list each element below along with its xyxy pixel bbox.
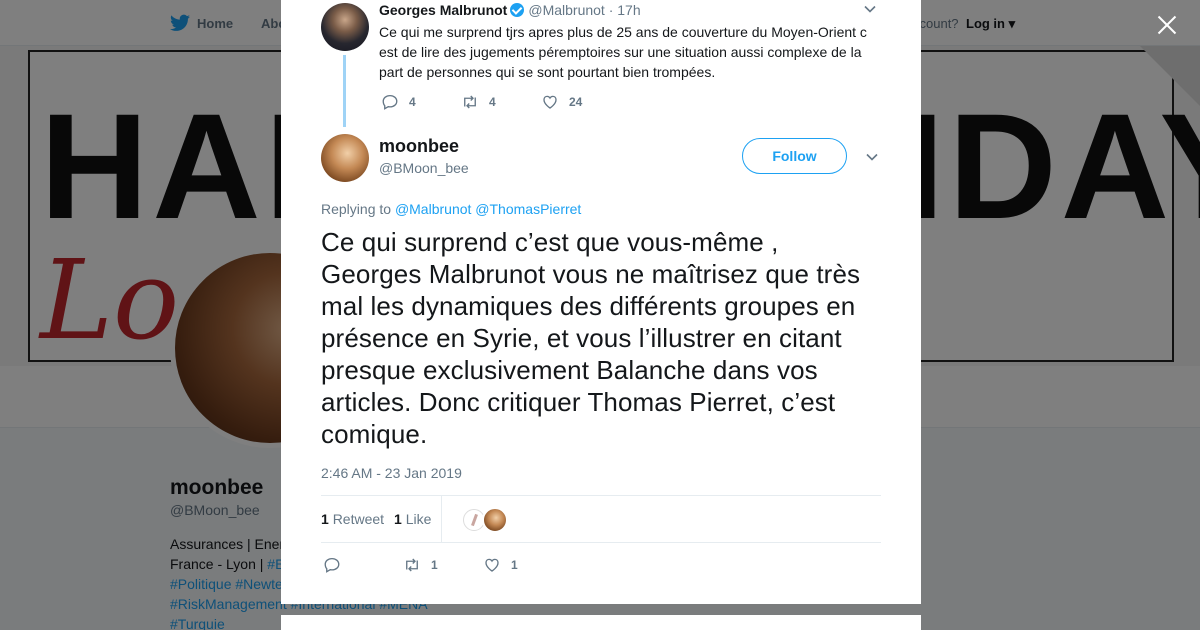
parent-like-button[interactable]: 24 (541, 92, 582, 112)
like-stat-label: Like (405, 511, 432, 527)
retweet-stat-count: 1 (321, 511, 329, 527)
retweet-count: 1 (431, 558, 438, 572)
like-stat-count: 1 (394, 511, 402, 527)
parent-reply-count: 4 (409, 95, 416, 109)
verified-icon (510, 3, 525, 17)
like-stat[interactable]: 1 Like (394, 511, 431, 527)
like-button[interactable]: 1 (483, 555, 518, 575)
retweet-icon (406, 558, 418, 572)
tweet-timestamp[interactable]: 2:46 AM - 23 Jan 2019 (321, 465, 462, 481)
parent-like-count: 24 (569, 95, 583, 109)
reply-author-name[interactable]: moonbee (379, 136, 459, 157)
follow-button[interactable]: Follow (742, 138, 847, 174)
parent-tweet-time[interactable]: · 17h (609, 2, 641, 18)
parent-author-avatar[interactable] (321, 3, 369, 51)
reply-author-avatar[interactable] (321, 134, 369, 182)
parent-reply-button[interactable]: 4 (381, 92, 416, 112)
reply-icon (324, 557, 340, 573)
tweet-text: Ce qui surprend c’est que vous-même , Ge… (321, 227, 861, 449)
thread-connector-line (343, 55, 346, 127)
parent-author-handle[interactable]: @Malbrunot (528, 2, 604, 18)
parent-tweet-header: Georges Malbrunot @Malbrunot · 17h (379, 2, 641, 18)
like-icon (543, 95, 557, 109)
retweet-stat-label: Retweet (332, 511, 385, 527)
chevron-down-icon[interactable] (864, 3, 876, 15)
close-icon[interactable] (1154, 12, 1180, 38)
replying-to-link[interactable]: @ThomasPierret (475, 201, 581, 217)
retweet-stat[interactable]: 1 Retweet (321, 511, 384, 527)
retweet-icon (464, 95, 476, 109)
replying-to-line: Replying to @Malbrunot @ThomasPierret (321, 201, 581, 217)
next-reply-card-edge (281, 615, 921, 630)
parent-retweet-count: 4 (489, 95, 496, 109)
replying-to-prefix: Replying to (321, 201, 392, 217)
like-icon (485, 558, 499, 572)
parent-retweet-button[interactable]: 4 (461, 92, 496, 112)
tweet-modal: Georges Malbrunot @Malbrunot · 17h Ce qui… (281, 0, 921, 604)
like-count: 1 (511, 558, 518, 572)
retweet-button[interactable]: 1 (403, 555, 438, 575)
chevron-down-icon[interactable] (866, 151, 878, 163)
reply-icon (382, 94, 398, 110)
parent-tweet-text: Ce qui me surprend tjrs apres plus de 25… (379, 24, 867, 80)
parent-author-name[interactable]: Georges Malbrunot (379, 2, 507, 18)
tweet-stats: 1 Retweet 1 Like (321, 495, 881, 543)
liker-avatar[interactable] (482, 507, 508, 533)
replying-to-link[interactable]: @Malbrunot (395, 201, 471, 217)
reply-author-handle[interactable]: @BMoon_bee (379, 160, 469, 176)
stats-divider (441, 496, 442, 542)
reply-button[interactable] (323, 555, 351, 575)
